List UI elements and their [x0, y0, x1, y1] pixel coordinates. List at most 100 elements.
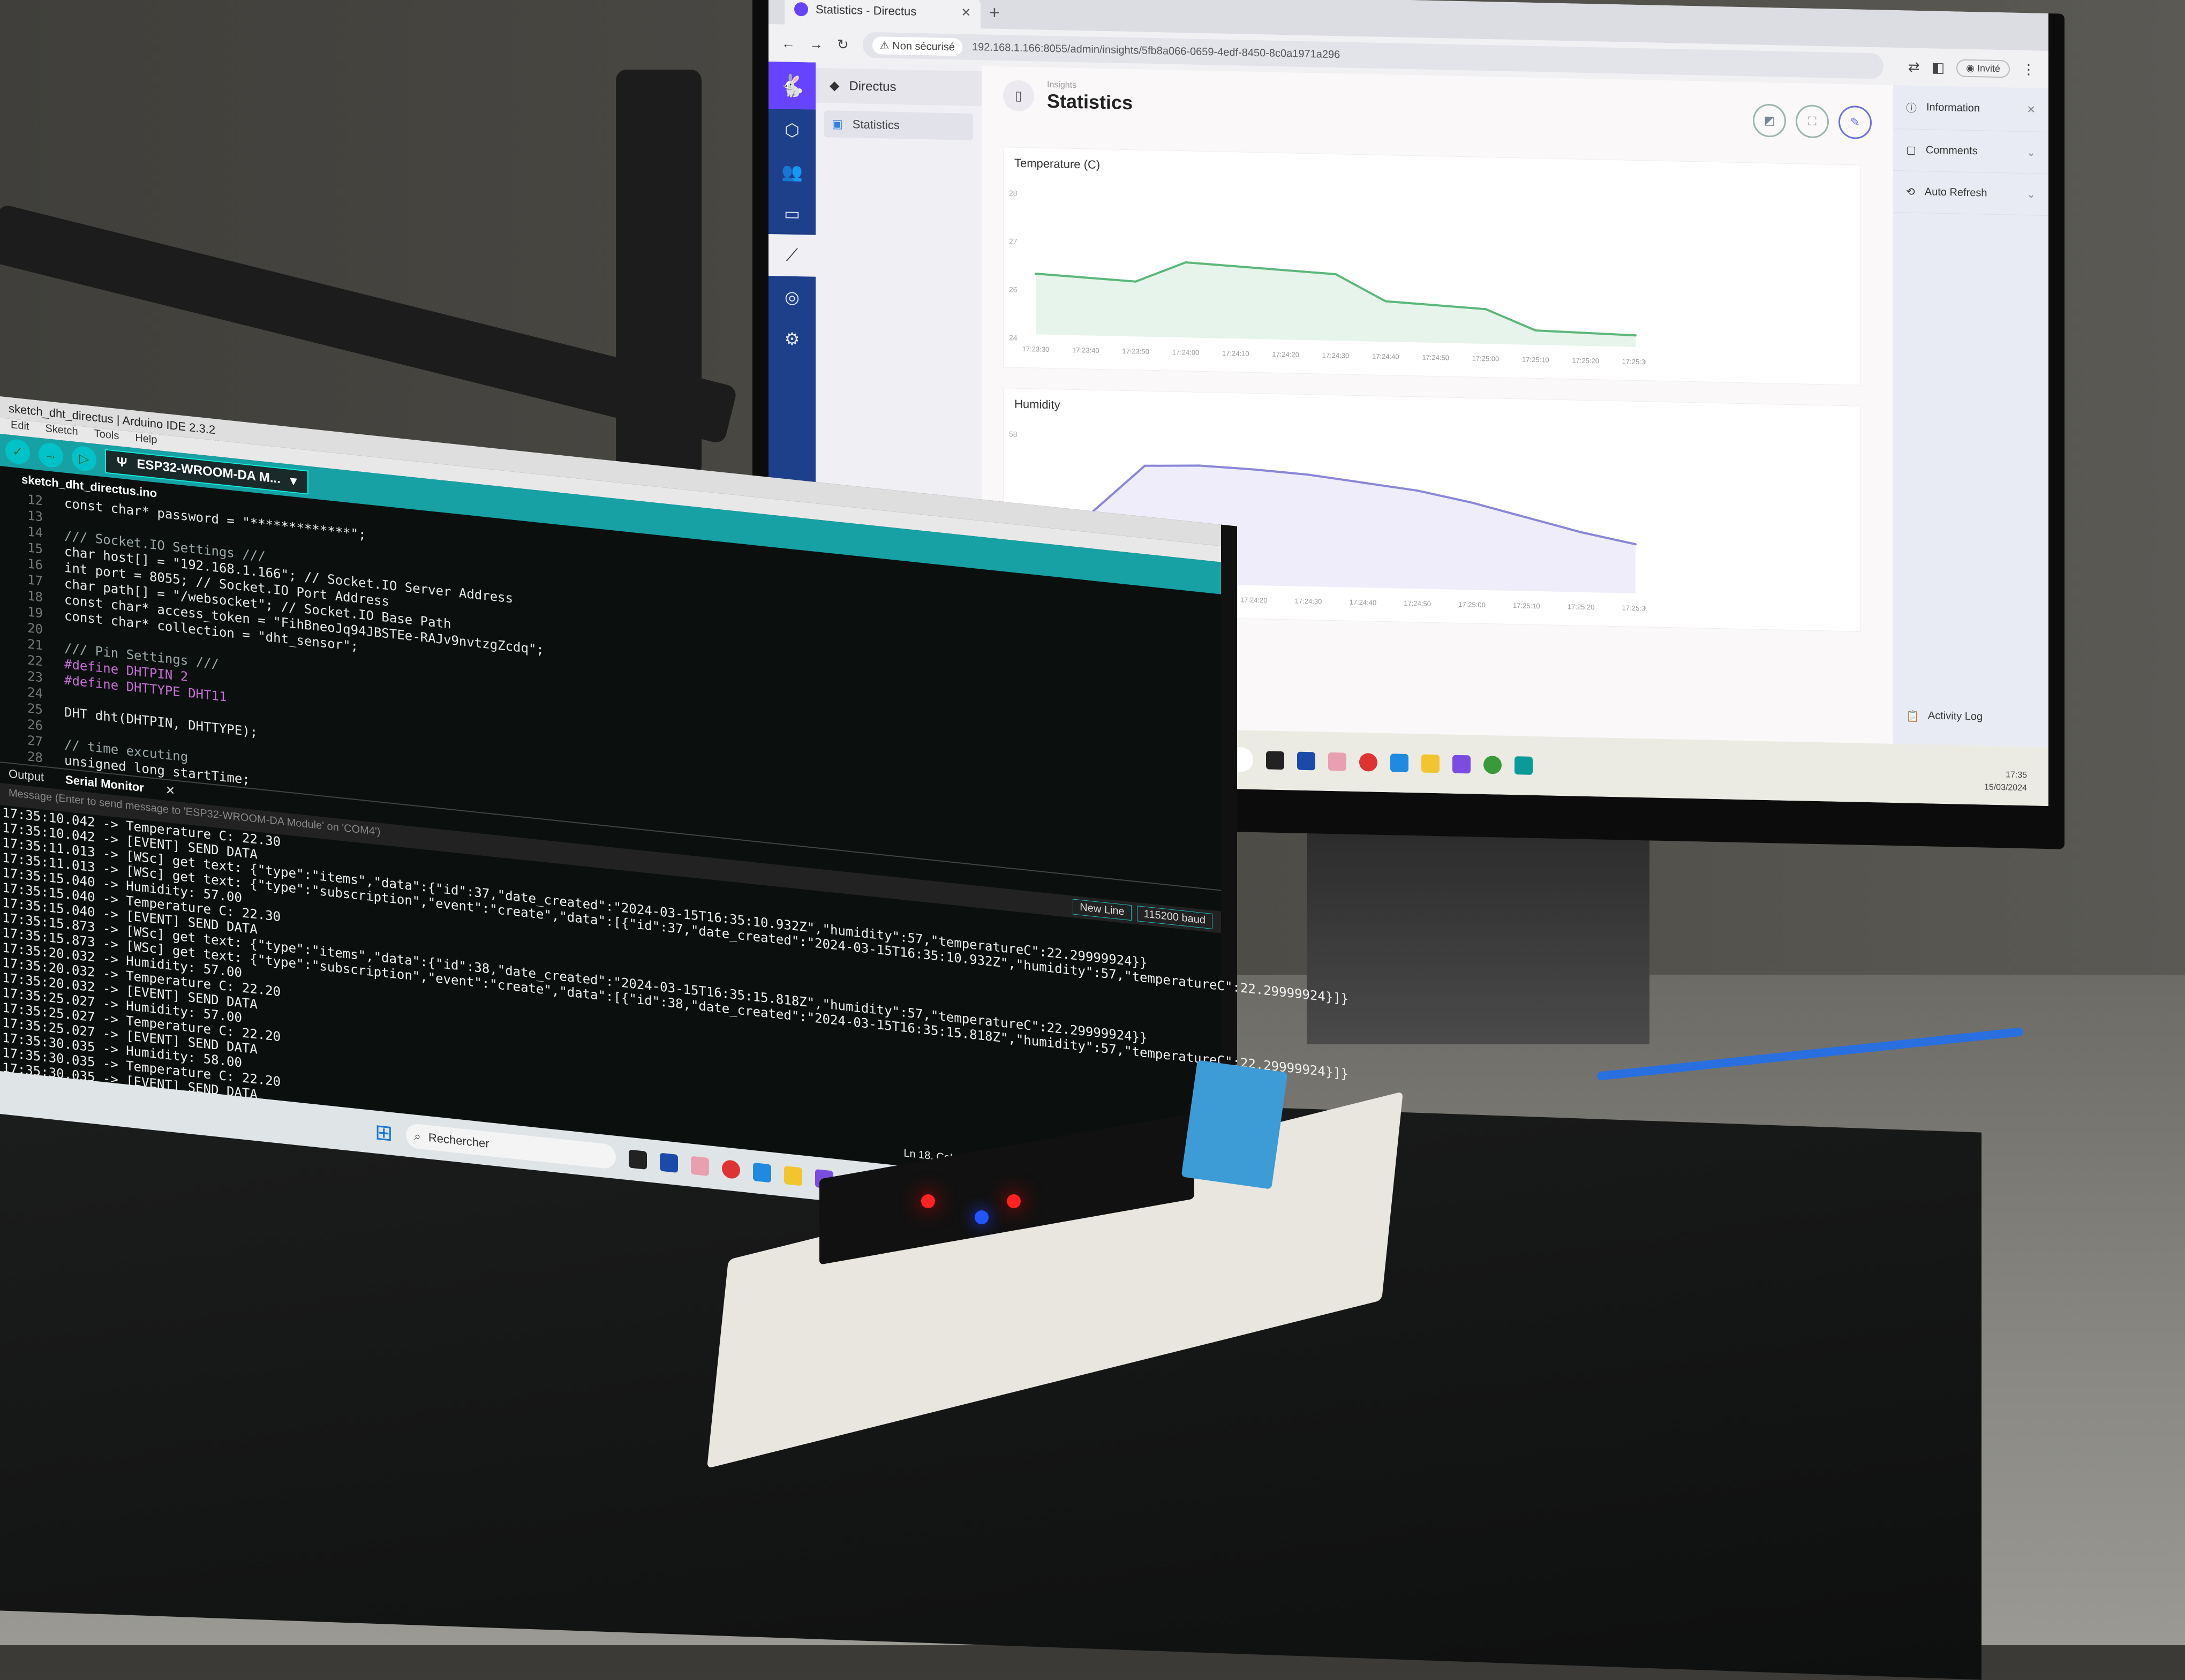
edit-icon[interactable]: ✎ [1839, 105, 1872, 140]
monitor-stand [1307, 819, 1649, 1044]
x-tick-label: 17:24:30 [1322, 351, 1350, 360]
project-header[interactable]: ◆ Directus [816, 67, 982, 107]
obsidian-icon[interactable] [1452, 755, 1471, 774]
security-indicator[interactable]: ⚠ Non sécurisé [872, 36, 963, 56]
search-icon: ⌕ [414, 1129, 421, 1143]
chrome-profile-icon[interactable] [721, 1159, 740, 1180]
search-placeholder: Rechercher [428, 1131, 489, 1151]
back-icon[interactable]: ← [781, 35, 795, 52]
project-logo-icon: ◆ [830, 78, 840, 93]
system-clock[interactable]: 17:35 15/03/2024 [1984, 769, 2027, 795]
insights-icon[interactable]: ⟋ [768, 233, 816, 277]
profile-button[interactable]: ◉ Invité [1956, 58, 2010, 78]
x-tick-label: 17:24:50 [1404, 599, 1431, 608]
chrome-icon[interactable] [1483, 755, 1502, 774]
y-tick-label: 26 [1009, 285, 1018, 293]
x-tick-label: 17:25:00 [1458, 600, 1486, 609]
x-tick-label: 17:25:10 [1522, 355, 1549, 364]
x-tick-label: 17:23:40 [1072, 346, 1099, 355]
content-icon[interactable]: ⬡ [768, 109, 816, 152]
store-icon[interactable] [1297, 751, 1315, 771]
menu-tools[interactable]: Tools [94, 427, 119, 446]
x-tick-label: 17:24:40 [1372, 352, 1399, 361]
dashboard-icon: ▣ [832, 117, 843, 131]
snipping-tool-icon[interactable] [1328, 752, 1346, 771]
menu-help[interactable]: Help [135, 432, 157, 450]
x-tick-label: 17:24:30 [1295, 597, 1322, 606]
blue-led [975, 1210, 989, 1224]
series-area [1036, 262, 1636, 347]
settings-icon[interactable]: ⚙ [768, 318, 816, 360]
security-label: Non sécurisé [892, 40, 955, 53]
directus-logo-icon[interactable]: 🐇 [768, 61, 816, 110]
profile-icon: ◉ [1966, 62, 1977, 73]
vscode-icon[interactable] [752, 1162, 771, 1183]
line-ending-select[interactable]: New Line [1073, 899, 1132, 921]
translate-icon[interactable]: ⇄ [1908, 58, 1920, 75]
temperature-chart: 28 27 26 24 17:23:30 17:23:40 17:23:50 17:24:00… [1009, 189, 1646, 366]
users-icon[interactable]: 👥 [768, 150, 816, 193]
nav-item-statistics[interactable]: ▣ Statistics [824, 110, 973, 140]
dht11-sensor [1181, 1060, 1288, 1189]
x-tick-label: 17:24:20 [1240, 596, 1268, 604]
clock-time: 17:35 [2005, 770, 2027, 780]
clipboard-icon: 📋 [1906, 710, 1919, 722]
x-tick-label: 17:25:30 [1622, 604, 1646, 612]
tab-title: Statistics - Directus [816, 2, 917, 18]
menu-sketch[interactable]: Sketch [45, 423, 78, 442]
upload-icon[interactable]: → [39, 441, 63, 469]
status-led [1007, 1194, 1021, 1208]
store-icon[interactable] [659, 1152, 678, 1173]
task-view-icon[interactable] [1265, 751, 1284, 770]
activity-log-label: Activity Log [1927, 710, 1983, 723]
fullscreen-toggle-icon[interactable]: ◩ [1753, 103, 1786, 138]
browser-tab[interactable]: Statistics - Directus ✕ [785, 0, 981, 29]
url-text[interactable]: 192.168.1.166:8055/admin/insights/5fb8a0… [972, 41, 1340, 61]
y-tick-label: 24 [1009, 333, 1018, 342]
directus-favicon-icon [794, 2, 808, 17]
windows-start-icon[interactable]: ⊞ [375, 1120, 393, 1147]
y-tick-label: 58 [1009, 430, 1018, 438]
close-tab-icon[interactable]: ✕ [961, 6, 971, 20]
sidebar-item-comments[interactable]: ▢ Comments ⌄ [1893, 129, 2048, 175]
temperature-panel: Temperature (C) 28 27 26 24 17:23:30 17:23:40… [1003, 147, 1861, 386]
verify-icon[interactable]: ✓ [5, 438, 30, 465]
file-explorer-icon[interactable] [1421, 754, 1440, 773]
vscode-icon[interactable] [1390, 754, 1408, 772]
info-icon: ⓘ [1906, 102, 1917, 115]
menu-edit[interactable]: Edit [11, 419, 29, 437]
reload-icon[interactable]: ↻ [837, 36, 849, 52]
x-tick-label: 17:25:20 [1568, 602, 1595, 611]
header-actions: ◩ ⛶ ✎ [1753, 103, 1872, 140]
x-tick-label: 17:25:30 [1622, 357, 1646, 366]
y-tick-label: 27 [1009, 237, 1018, 245]
chevron-down-icon: ⌄ [2026, 189, 2036, 201]
activity-log-button[interactable]: 📋 Activity Log [1893, 698, 2048, 736]
task-view-icon[interactable] [628, 1149, 647, 1170]
browser-menu-icon[interactable]: ⋮ [2022, 61, 2036, 78]
chrome-profile-icon[interactable] [1359, 753, 1377, 772]
profile-label: Invité [1977, 62, 2000, 74]
warning-icon: ⚠ [879, 39, 893, 52]
dashboard-header-icon: ▯ [1003, 80, 1034, 112]
file-explorer-icon[interactable] [783, 1165, 802, 1186]
sidebar-item-auto-refresh[interactable]: ⟲ Auto Refresh ⌄ [1893, 170, 2048, 216]
help-icon[interactable]: ◎ [768, 276, 816, 319]
close-sidebar-icon[interactable]: ✕ [2026, 103, 2036, 116]
debug-icon[interactable]: ▷ [72, 445, 96, 472]
arduino-ide-icon[interactable] [1514, 756, 1533, 775]
snipping-tool-icon[interactable] [690, 1156, 709, 1177]
new-tab-icon[interactable]: + [989, 3, 1000, 29]
tab-output[interactable]: Output [9, 767, 44, 785]
usb-icon: Ψ [117, 454, 127, 470]
forward-icon[interactable]: → [809, 35, 823, 52]
files-icon[interactable]: ▭ [768, 192, 816, 235]
zoom-icon[interactable]: ⛶ [1796, 104, 1829, 139]
sidebar-item-information[interactable]: ⓘ Information ✕ [1893, 85, 2048, 133]
sidebar-item-label: Information [1926, 101, 1980, 115]
close-tab-icon[interactable]: ✕ [165, 783, 175, 798]
x-tick-label: 17:24:50 [1422, 353, 1449, 362]
x-tick-label: 17:24:10 [1222, 349, 1249, 358]
x-tick-label: 17:24:00 [1172, 348, 1200, 357]
side-panel-icon[interactable]: ◧ [1932, 59, 1945, 76]
